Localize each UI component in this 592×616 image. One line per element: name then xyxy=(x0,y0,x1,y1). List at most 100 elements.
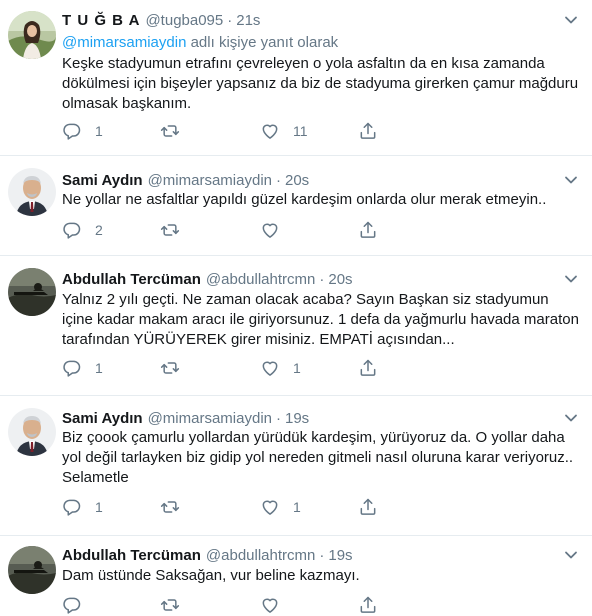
tweet-text: Dam üstünde Saksağan, vur beline kazmayı… xyxy=(62,567,360,584)
reply-button[interactable]: 1 xyxy=(62,357,103,379)
timestamp[interactable]: 20s xyxy=(285,172,309,189)
like-count: 1 xyxy=(293,360,301,376)
separator: · xyxy=(276,171,281,189)
reply-button[interactable]: 2 xyxy=(62,219,103,241)
tweet-3[interactable]: Abdullah Tercüman @abdullahtrcmn · 20s Y… xyxy=(0,256,592,396)
share-button[interactable] xyxy=(358,219,378,241)
tweet-actions: 1 1 xyxy=(62,357,392,379)
like-button[interactable] xyxy=(260,219,293,241)
like-button[interactable]: 11 xyxy=(260,120,308,142)
username[interactable]: @abdullahtrcmn xyxy=(206,547,315,564)
share-icon xyxy=(358,220,378,240)
display-name[interactable]: Abdullah Tercüman xyxy=(62,271,201,288)
reply-button[interactable]: 1 xyxy=(62,496,103,518)
timestamp[interactable]: 19s xyxy=(285,410,309,427)
tweet-text: Keşke stadyumun etrafını çevreleyen o yo… xyxy=(62,55,579,112)
like-button[interactable]: 1 xyxy=(260,496,301,518)
share-icon xyxy=(358,497,378,517)
tweet-text: Ne yollar ne asfaltlar yapıldı güzel kar… xyxy=(62,191,547,208)
reply-count: 2 xyxy=(95,222,103,238)
retweet-icon xyxy=(160,497,180,517)
mention-link[interactable]: @mimarsamiaydin xyxy=(62,34,186,51)
tweet-header: Abdullah Tercüman @abdullahtrcmn · 19s xyxy=(62,545,353,565)
share-button[interactable] xyxy=(358,496,378,518)
retweet-button[interactable] xyxy=(160,357,193,379)
tweet-header: Sami Aydın @mimarsamiaydin · 20s xyxy=(62,170,309,190)
reply-context: @mimarsamiaydin adlı kişiye yanıt olarak xyxy=(62,34,338,51)
tweet-actions: 2 xyxy=(62,219,392,241)
avatar[interactable] xyxy=(8,11,56,59)
reply-icon xyxy=(62,595,82,615)
chevron-down-icon[interactable] xyxy=(564,15,578,25)
chevron-down-icon[interactable] xyxy=(564,413,578,423)
share-icon xyxy=(358,121,378,141)
reply-icon xyxy=(62,220,82,240)
username[interactable]: @tugba095 xyxy=(145,12,223,29)
heart-icon xyxy=(260,220,280,240)
separator: · xyxy=(319,270,325,288)
tweet-actions: 1 1 xyxy=(62,496,392,518)
separator: · xyxy=(227,11,233,29)
tweet-1[interactable]: T U Ğ B A @tugba095 · 21s @mimarsamiaydi… xyxy=(0,0,592,156)
chevron-down-icon[interactable] xyxy=(564,175,578,185)
like-count: 11 xyxy=(293,123,308,139)
reply-count: 1 xyxy=(95,360,103,376)
retweet-button[interactable] xyxy=(160,496,193,518)
timestamp[interactable]: 20s xyxy=(328,271,352,288)
avatar[interactable] xyxy=(8,268,56,316)
timestamp[interactable]: 21s xyxy=(236,12,260,29)
reply-icon xyxy=(62,497,82,517)
avatar[interactable] xyxy=(8,546,56,594)
reply-count: 1 xyxy=(95,499,103,515)
tweet-header: T U Ğ B A @tugba095 · 21s xyxy=(62,10,260,30)
avatar[interactable] xyxy=(8,408,56,456)
like-count: 1 xyxy=(293,499,301,515)
reply-icon xyxy=(62,121,82,141)
heart-icon xyxy=(260,358,280,378)
share-button[interactable] xyxy=(358,594,378,616)
tweet-5[interactable]: Abdullah Tercüman @abdullahtrcmn · 19s D… xyxy=(0,536,592,616)
tweet-text: Biz çoook çamurlu yollardan yürüdük kard… xyxy=(62,429,574,486)
username[interactable]: @abdullahtrcmn xyxy=(206,271,315,288)
heart-icon xyxy=(260,595,280,615)
retweet-icon xyxy=(160,595,180,615)
tweet-4[interactable]: Sami Aydın @mimarsamiaydin · 19s Biz çoo… xyxy=(0,396,592,536)
tweet-header: Abdullah Tercüman @abdullahtrcmn · 20s xyxy=(62,269,353,289)
display-name[interactable]: Abdullah Tercüman xyxy=(62,547,201,564)
tweet-actions xyxy=(62,594,392,616)
reply-context-label: adlı kişiye yanıt olarak xyxy=(186,34,339,51)
retweet-icon xyxy=(160,121,180,141)
like-button[interactable] xyxy=(260,594,293,616)
display-name[interactable]: Sami Aydın xyxy=(62,172,143,189)
retweet-icon xyxy=(160,220,180,240)
tweet-2[interactable]: Sami Aydın @mimarsamiaydin · 20s Ne yoll… xyxy=(0,156,592,256)
display-name[interactable]: T U Ğ B A xyxy=(62,12,140,29)
reply-button[interactable]: 1 xyxy=(62,120,103,142)
avatar[interactable] xyxy=(8,168,56,216)
tweet-actions: 1 11 xyxy=(62,120,392,142)
retweet-button[interactable] xyxy=(160,219,193,241)
retweet-button[interactable] xyxy=(160,594,193,616)
retweet-button[interactable] xyxy=(160,120,193,142)
separator: · xyxy=(319,546,325,564)
like-button[interactable]: 1 xyxy=(260,357,301,379)
reply-icon xyxy=(62,358,82,378)
display-name[interactable]: Sami Aydın xyxy=(62,410,143,427)
share-button[interactable] xyxy=(358,357,378,379)
heart-icon xyxy=(260,497,280,517)
separator: · xyxy=(276,409,281,427)
share-icon xyxy=(358,358,378,378)
chevron-down-icon[interactable] xyxy=(564,274,578,284)
username[interactable]: @mimarsamiaydin xyxy=(148,410,272,427)
retweet-icon xyxy=(160,358,180,378)
tweet-text: Yalnız 2 yılı geçti. Ne zaman olacak aca… xyxy=(62,291,579,348)
tweet-header: Sami Aydın @mimarsamiaydin · 19s xyxy=(62,408,309,428)
share-button[interactable] xyxy=(358,120,378,142)
timestamp[interactable]: 19s xyxy=(328,547,352,564)
reply-button[interactable] xyxy=(62,594,95,616)
chevron-down-icon[interactable] xyxy=(564,550,578,560)
share-icon xyxy=(358,595,378,615)
heart-icon xyxy=(260,121,280,141)
reply-count: 1 xyxy=(95,123,103,139)
username[interactable]: @mimarsamiaydin xyxy=(148,172,272,189)
